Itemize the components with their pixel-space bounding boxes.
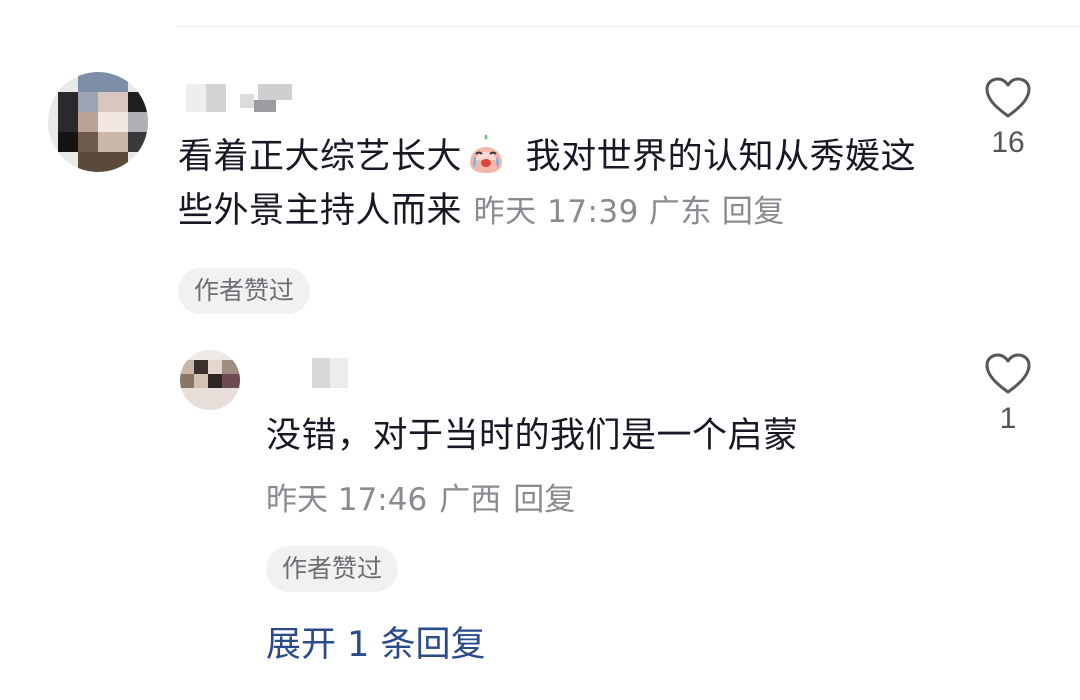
reply-button[interactable]: 回复 — [513, 482, 575, 518]
like-button[interactable]: 16 — [978, 76, 1038, 160]
reply-location: 广西 — [439, 482, 502, 518]
reply-meta: 昨天 17:46 广西 回复 — [266, 474, 587, 519]
reply-button[interactable]: 回复 — [722, 194, 785, 230]
top-divider — [178, 26, 1080, 27]
username-blurred[interactable] — [186, 80, 296, 114]
heart-icon — [985, 77, 1031, 118]
crying-emoji-icon — [464, 132, 508, 176]
like-button[interactable]: 1 — [978, 352, 1038, 436]
comment-text: 看着正大综艺长大 我对世界的认知从秀媛这些外景主持人而来 昨天 17:39 广东回… — [178, 130, 938, 239]
like-count: 1 — [999, 402, 1017, 435]
like-count: 16 — [991, 126, 1025, 159]
reply-time: 昨天 17:46 — [266, 482, 428, 518]
reply-avatar[interactable] — [180, 350, 240, 410]
expand-replies-link[interactable]: 展开 1 条回复 — [266, 616, 486, 667]
author-liked-badge: 作者赞过 — [266, 546, 399, 592]
author-liked-badge: 作者赞过 — [178, 268, 311, 314]
reply-username-blurred[interactable] — [312, 356, 352, 390]
reply-text: 没错，对于当时的我们是一个启蒙 — [266, 416, 799, 456]
comment-time: 昨天 17:39 — [473, 194, 639, 230]
avatar[interactable] — [48, 72, 148, 172]
comment-location: 广东 — [648, 194, 712, 230]
heart-icon — [985, 353, 1031, 394]
